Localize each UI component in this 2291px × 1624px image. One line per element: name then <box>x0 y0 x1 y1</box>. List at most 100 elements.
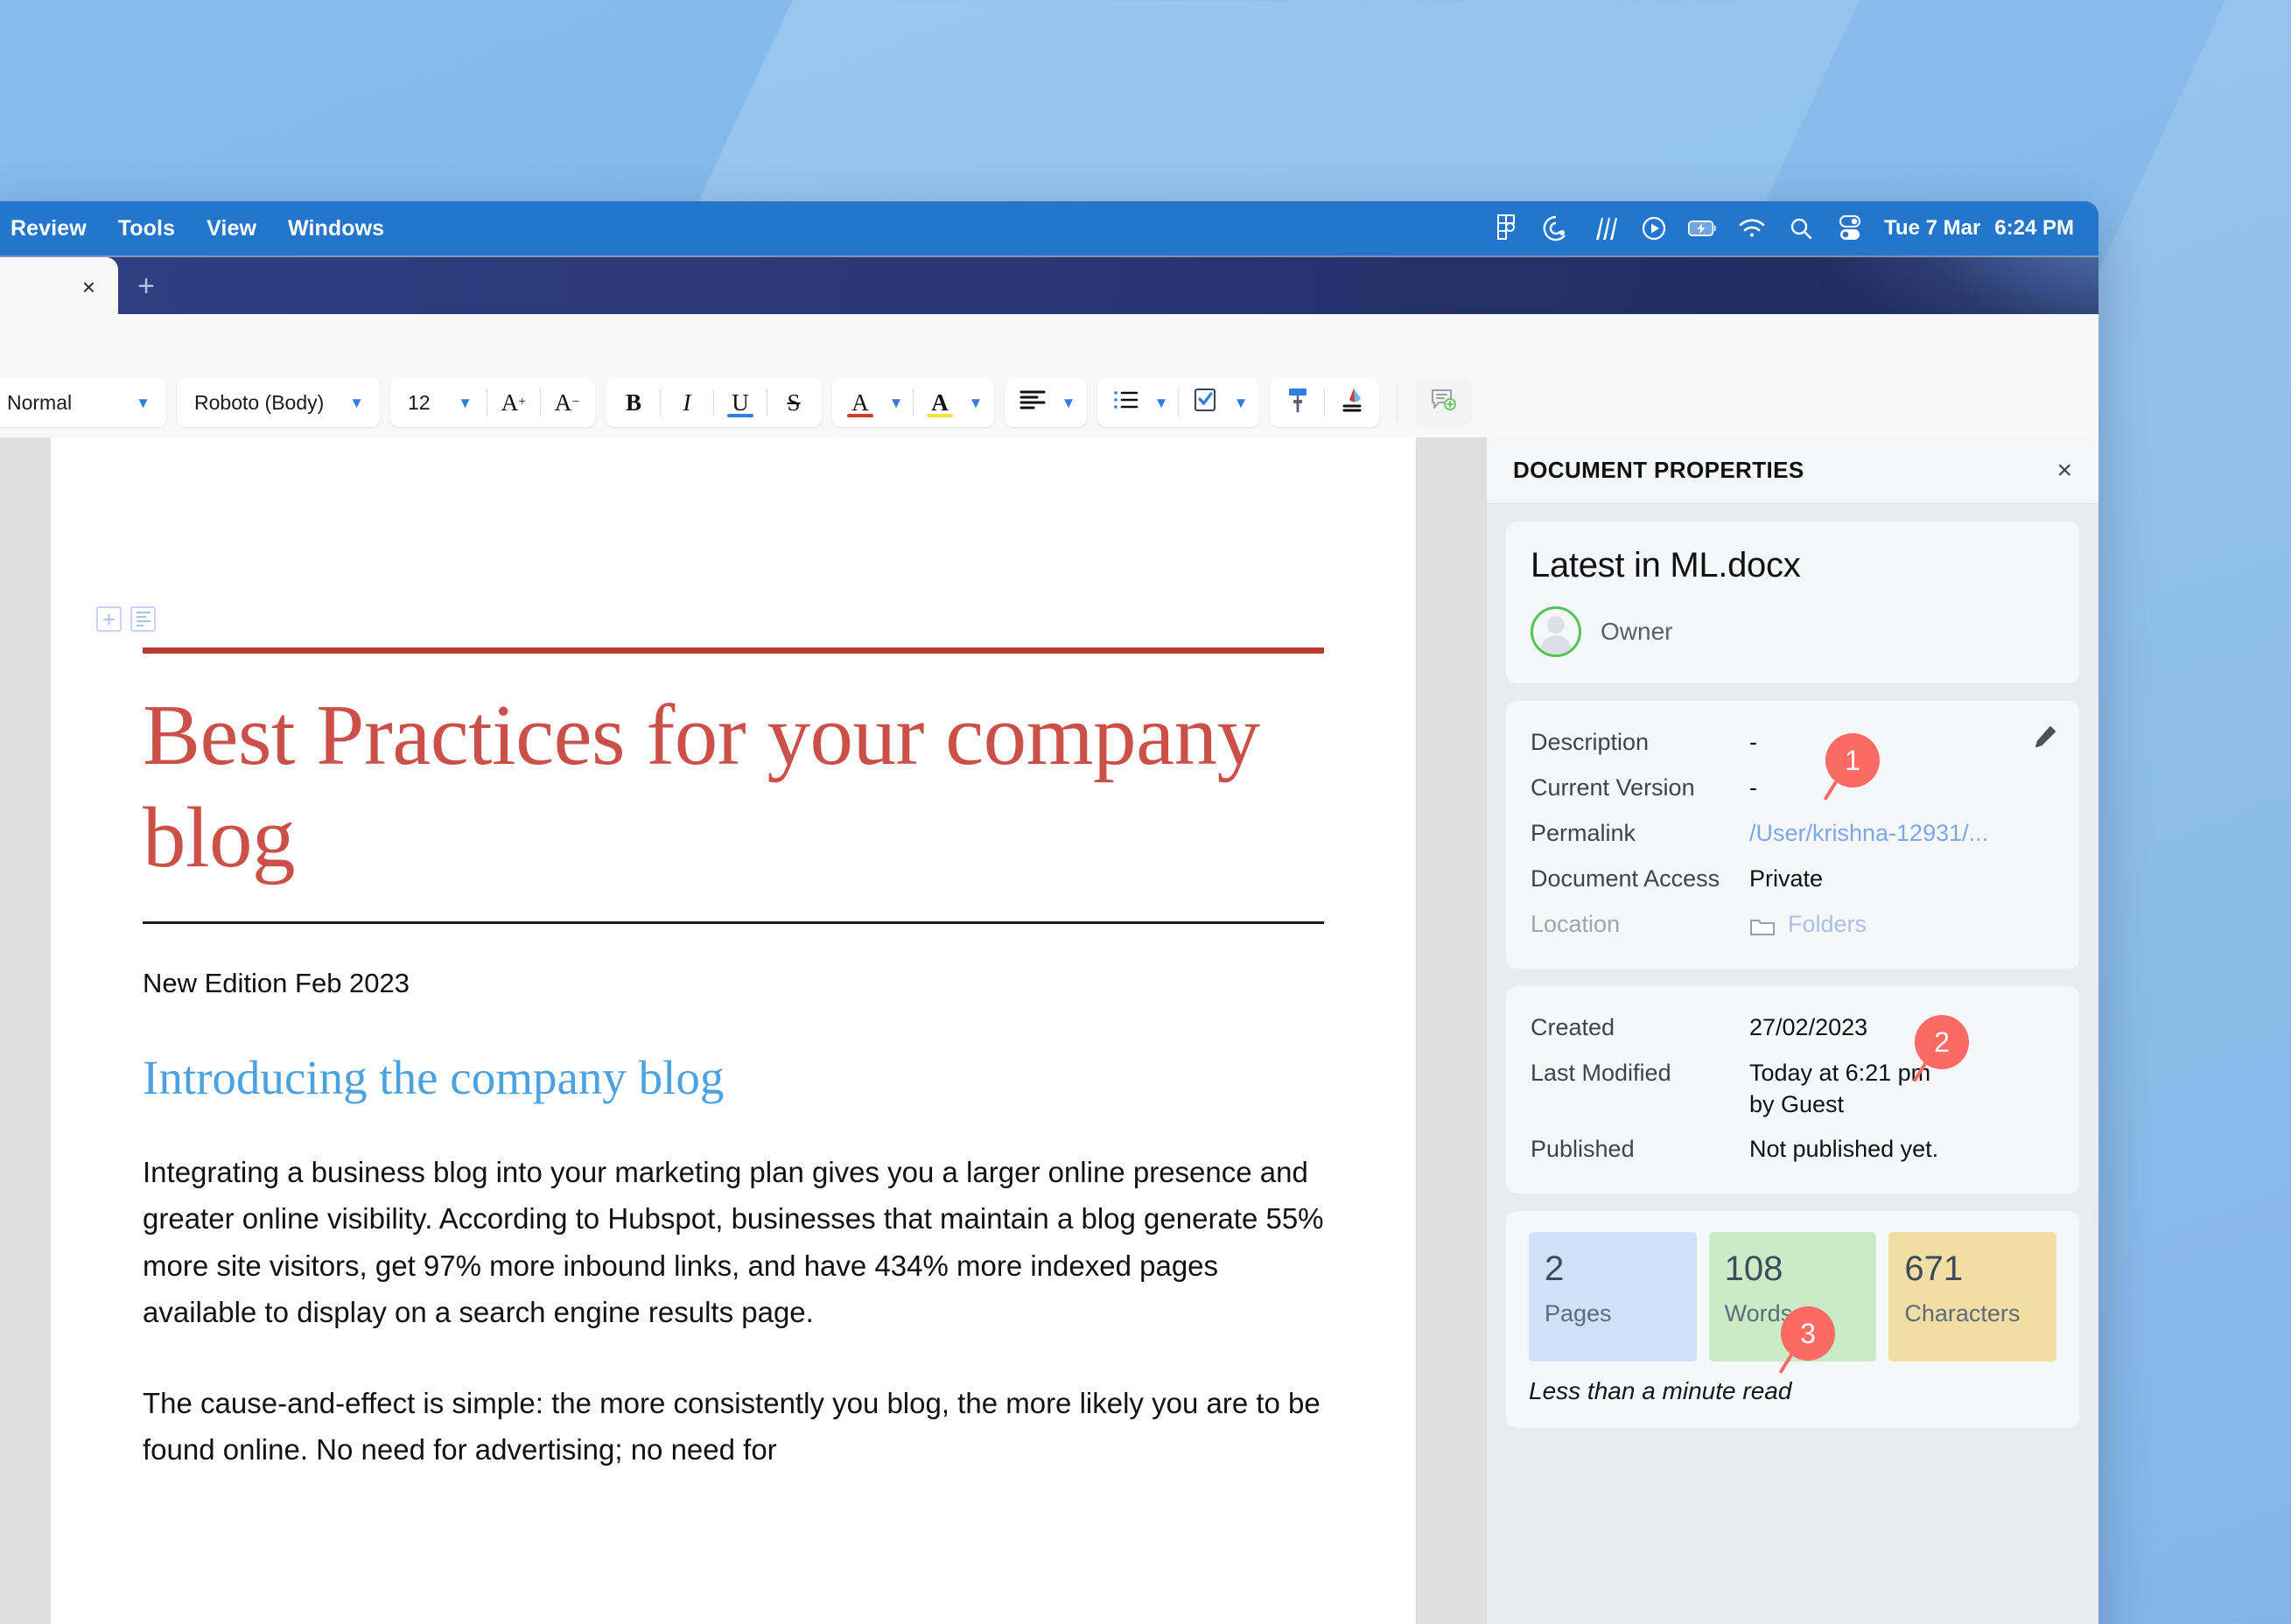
new-tab-button[interactable]: + <box>131 271 161 301</box>
strikethrough-icon: S <box>787 389 800 416</box>
edit-pencil-icon[interactable] <box>2034 725 2056 748</box>
panel-title: DOCUMENT PROPERTIES <box>1513 457 1804 484</box>
add-block-button[interactable]: + <box>96 606 122 632</box>
menu-item-review[interactable]: Review <box>0 213 102 245</box>
tab-strip: × + <box>0 256 2098 314</box>
divider <box>660 389 661 416</box>
property-label: Published <box>1531 1133 1749 1165</box>
document-paragraph-2[interactable]: The cause-and-effect is simple: the more… <box>143 1380 1324 1474</box>
underline-icon: U <box>732 389 749 416</box>
decrease-font-size-button[interactable]: A− <box>544 380 590 425</box>
property-value: - <box>1749 772 2055 803</box>
chevron-down-icon: ▼ <box>1154 396 1169 410</box>
published-value: Not published yet. <box>1749 1133 2055 1165</box>
stat-value: 671 <box>1904 1251 2041 1286</box>
document-heading-title[interactable]: Best Practices for your company blog <box>143 685 1324 890</box>
atom-icon[interactable] <box>1541 214 1571 243</box>
property-row-permalink: Permalink /User/krishna-12931/... <box>1531 811 2055 857</box>
file-name: Latest in ML.docx <box>1531 546 2055 585</box>
formatting-toolbar: Normal ▼ Roboto (Body) ▼ 12 ▼ A+ <box>0 368 2098 438</box>
close-panel-icon[interactable]: × <box>2056 458 2072 484</box>
property-label: Permalink <box>1531 817 1749 849</box>
highlight-color-icon: A <box>931 389 949 416</box>
control-center-icon[interactable] <box>1835 214 1865 243</box>
font-family-group: Roboto (Body) ▼ <box>177 378 380 427</box>
document-subtitle[interactable]: New Edition Feb 2023 <box>143 968 1324 999</box>
align-left-button[interactable] <box>1010 380 1055 425</box>
annotation-badge-3: 3 <box>1781 1306 1835 1361</box>
paint-group <box>1270 378 1379 427</box>
italic-button[interactable]: I <box>664 380 710 425</box>
bullet-list-button[interactable] <box>1103 380 1148 425</box>
menu-item-windows[interactable]: Windows <box>272 213 400 245</box>
close-tab-icon[interactable]: × <box>82 276 95 298</box>
divider <box>1324 389 1325 416</box>
font-family-select[interactable]: Roboto (Body) ▼ <box>182 378 375 427</box>
panel-body: Latest in ML.docx Owner <box>1487 504 2098 1446</box>
chevron-down-icon: ▼ <box>136 396 151 410</box>
underline-button[interactable]: U <box>718 380 763 425</box>
increase-font-size-button[interactable]: A+ <box>491 380 536 425</box>
document-tab[interactable]: × <box>0 257 118 316</box>
stat-value: 108 <box>1725 1251 1861 1286</box>
bold-icon: B <box>626 389 641 416</box>
text-color-icon: A <box>851 389 869 416</box>
bold-button[interactable]: B <box>611 380 656 425</box>
comment-group <box>1415 378 1471 427</box>
menu-bar-status-icons: Tue 7 Mar 6:24 PM <box>1492 201 2074 256</box>
stat-value: 2 <box>1545 1251 1681 1286</box>
highlight-color-dropdown[interactable]: ▼ <box>963 380 989 425</box>
highlight-color-button[interactable]: A <box>917 380 963 425</box>
property-label: Last Modified <box>1531 1057 1749 1088</box>
text-color-button[interactable]: A <box>837 380 883 425</box>
block-options-button[interactable] <box>130 606 156 632</box>
text-color-dropdown[interactable]: ▼ <box>883 380 909 425</box>
menu-bar-clock[interactable]: Tue 7 Mar 6:24 PM <box>1884 216 2074 241</box>
owner-row: Owner <box>1531 606 2055 657</box>
document-paragraph-1[interactable]: Integrating a business blog into your ma… <box>143 1149 1324 1336</box>
property-row-published: Published Not published yet. <box>1531 1127 2055 1172</box>
add-comment-button[interactable] <box>1420 380 1466 425</box>
figma-icon[interactable] <box>1492 214 1522 243</box>
paint-roller-button[interactable] <box>1275 380 1321 425</box>
stat-label: Pages <box>1545 1300 1681 1327</box>
wifi-icon[interactable] <box>1737 214 1767 243</box>
highlighter-eraser-icon <box>1339 387 1363 419</box>
italic-icon: I <box>683 389 691 416</box>
menu-item-view[interactable]: View <box>191 213 272 245</box>
permalink-value[interactable]: /User/krishna-12931/... <box>1749 817 2055 849</box>
panel-header: DOCUMENT PROPERTIES × <box>1487 438 2098 504</box>
document-heading-2[interactable]: Introducing the company blog <box>143 1050 1324 1105</box>
bullet-list-dropdown[interactable]: ▼ <box>1148 380 1174 425</box>
property-label: Created <box>1531 1012 1749 1043</box>
highlighter-eraser-button[interactable] <box>1328 380 1374 425</box>
document-access-value[interactable]: Private <box>1749 863 2055 894</box>
menu-item-tools[interactable]: Tools <box>102 213 191 245</box>
checklist-button[interactable] <box>1182 380 1228 425</box>
chevron-down-icon: ▼ <box>1234 396 1249 410</box>
avatar[interactable] <box>1531 606 1581 657</box>
checklist-dropdown[interactable]: ▼ <box>1228 380 1254 425</box>
font-size-select[interactable]: 12 ▼ <box>396 378 483 427</box>
plus-icon: + <box>102 608 116 631</box>
document-canvas: + Best Practices for your company blog N… <box>0 438 1486 1624</box>
paragraph-style-select[interactable]: Normal ▼ <box>0 378 161 427</box>
mountains-icon[interactable] <box>1590 214 1620 243</box>
toolbar-zone: Normal ▼ Roboto (Body) ▼ 12 ▼ A+ <box>0 314 2098 438</box>
property-label: Document Access <box>1531 863 1749 894</box>
file-summary-card: Latest in ML.docx Owner <box>1506 522 2079 683</box>
location-value[interactable]: Folders <box>1749 908 2055 940</box>
search-icon[interactable] <box>1786 214 1816 243</box>
folder-icon <box>1749 914 1776 934</box>
document-page[interactable]: + Best Practices for your company blog N… <box>51 438 1416 1624</box>
battery-charging-icon[interactable] <box>1688 214 1718 243</box>
bullet-list-icon <box>1112 389 1138 416</box>
play-circle-icon[interactable] <box>1639 214 1669 243</box>
list-group: ▼ ▼ <box>1097 378 1259 427</box>
alignment-dropdown[interactable]: ▼ <box>1055 380 1082 425</box>
color-group: A ▼ A ▼ <box>832 378 994 427</box>
menu-bar: Format Review Tools View Windows <box>0 201 2098 256</box>
stat-characters: 671 Characters <box>1888 1232 2056 1362</box>
strikethrough-button[interactable]: S <box>771 380 816 425</box>
property-label: Location <box>1531 908 1749 940</box>
